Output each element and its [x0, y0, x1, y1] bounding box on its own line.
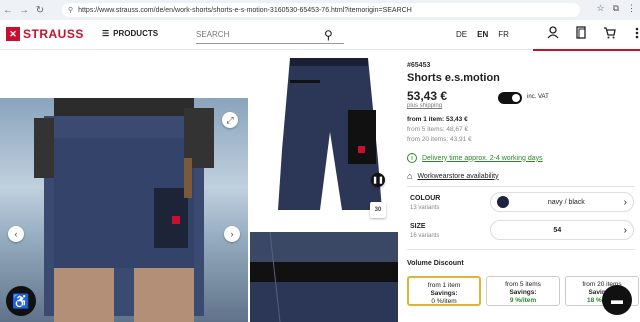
size-value: 54 — [553, 226, 562, 234]
logo-mark-icon: ✕ — [6, 27, 20, 41]
vat-toggle[interactable] — [498, 92, 522, 104]
search-input[interactable] — [196, 30, 324, 39]
gallery-prev-button[interactable]: ‹ — [8, 226, 24, 242]
product-photo-model[interactable]: ⤢ ‹ › — [0, 98, 248, 322]
view-360-label: 30 — [374, 207, 382, 213]
product-price: 53,43 € — [407, 89, 448, 103]
reload-icon[interactable]: ↻ — [32, 5, 48, 16]
divider — [407, 249, 635, 250]
size-label: SIZE — [410, 223, 426, 230]
volume-pct: 0 %/item — [431, 298, 457, 305]
colour-label: COLOUR — [410, 195, 441, 202]
account-icon[interactable] — [546, 26, 560, 42]
store-availability-link[interactable]: Workwearstore availability — [417, 173, 498, 180]
lang-fr[interactable]: FR — [498, 30, 509, 39]
volume-from: from 1 item — [427, 282, 461, 289]
chevron-right-icon: › — [623, 196, 627, 208]
logo-text: STRAUSS — [23, 27, 84, 41]
volume-discount-title: Volume Discount — [407, 260, 464, 267]
forward-icon[interactable]: → — [16, 5, 32, 16]
language-switcher: DE EN FR — [456, 30, 509, 39]
product-photo-front[interactable]: ❚❚ 30 — [250, 50, 398, 230]
chat-icon[interactable]: ▬ — [602, 285, 632, 315]
colour-value: navy / black — [547, 198, 585, 206]
pause-icon[interactable]: ❚❚ — [371, 173, 385, 187]
delivery-link[interactable]: Delivery time approx. 2-4 working days — [422, 155, 543, 162]
gallery-next-button[interactable]: › — [224, 226, 240, 242]
accessibility-icon[interactable]: ♿ — [6, 286, 36, 316]
size-variants: 16 variants — [410, 233, 440, 239]
article-number: #65453 — [407, 62, 431, 69]
volume-from: from 5 items — [505, 281, 541, 288]
volume-from: from 20 items — [582, 281, 622, 288]
products-menu-button[interactable]: ☰ PRODUCTS — [102, 29, 158, 38]
site-header: ✕ STRAUSS ☰ PRODUCTS ⚲ DE EN FR — [0, 20, 640, 51]
divider — [407, 186, 635, 187]
volume-card-2[interactable]: from 5 items Savings: 9 %/item — [486, 276, 560, 306]
vat-label: inc. VAT — [527, 94, 549, 100]
volume-savings: Savings: — [430, 290, 458, 297]
volume-pct: 9 %/item — [509, 297, 537, 304]
search-field[interactable]: ⚲ — [196, 26, 344, 44]
shipping-link[interactable]: plus shipping — [407, 103, 442, 109]
fabric-detail-illustration — [250, 232, 398, 322]
store-availability: ⌂ Workwearstore availability — [407, 171, 499, 181]
browser-toolbar: ← → ↻ ⚲ https://www.strauss.com/de/en/wo… — [0, 0, 640, 20]
tier-1: from 1 item: 53,43 € — [407, 116, 468, 123]
wishlist-icon[interactable] — [574, 26, 588, 42]
search-icon[interactable]: ⚲ — [324, 28, 333, 42]
brand-logo[interactable]: ✕ STRAUSS — [6, 27, 84, 41]
check-icon: i — [407, 153, 417, 163]
menu-label: PRODUCTS — [113, 29, 159, 38]
url-text: https://www.strauss.com/de/en/work-short… — [78, 6, 412, 14]
size-select[interactable]: 54 › — [490, 220, 634, 240]
colour-variants: 13 variants — [410, 205, 440, 211]
tier-3: from 20 items: 43,91 € — [407, 136, 472, 143]
back-icon[interactable]: ← — [0, 5, 16, 16]
product-title: Shorts e.s.motion — [407, 72, 500, 84]
view-360-icon[interactable]: 30 — [370, 202, 386, 218]
hamburger-icon: ☰ — [102, 29, 110, 38]
product-photo-detail[interactable] — [250, 232, 398, 322]
lang-de[interactable]: DE — [456, 30, 467, 39]
site-info-icon[interactable]: ⚲ — [68, 6, 73, 14]
star-icon[interactable]: ☆ — [596, 3, 604, 14]
model-illustration — [34, 98, 214, 322]
lang-en[interactable]: EN — [477, 30, 488, 39]
product-header: #65453 Shorts e.s.motion — [407, 62, 635, 84]
tier-2: from 5 items: 48,67 € — [407, 126, 469, 133]
address-bar[interactable]: ⚲ https://www.strauss.com/de/en/work-sho… — [62, 3, 580, 17]
more-icon[interactable]: ⋮ — [627, 3, 636, 14]
colour-swatch — [497, 196, 509, 208]
header-accent-line — [533, 49, 640, 51]
zoom-icon[interactable]: ⤢ — [222, 112, 238, 128]
volume-savings: Savings: — [509, 289, 537, 296]
price-tiers: from 1 item: 53,43 € from 5 items: 48,67… — [407, 115, 472, 145]
cart-icon[interactable] — [602, 26, 616, 42]
delivery-info: i Delivery time approx. 2-4 working days — [407, 153, 543, 163]
extensions-icon[interactable]: ⧉ — [613, 3, 619, 14]
menu-dots-icon[interactable] — [630, 26, 640, 42]
store-icon: ⌂ — [407, 171, 413, 181]
colour-select[interactable]: navy / black › — [490, 192, 634, 212]
volume-card-1[interactable]: from 1 item Savings: 0 %/item — [407, 276, 481, 306]
chevron-right-icon: › — [623, 224, 627, 236]
